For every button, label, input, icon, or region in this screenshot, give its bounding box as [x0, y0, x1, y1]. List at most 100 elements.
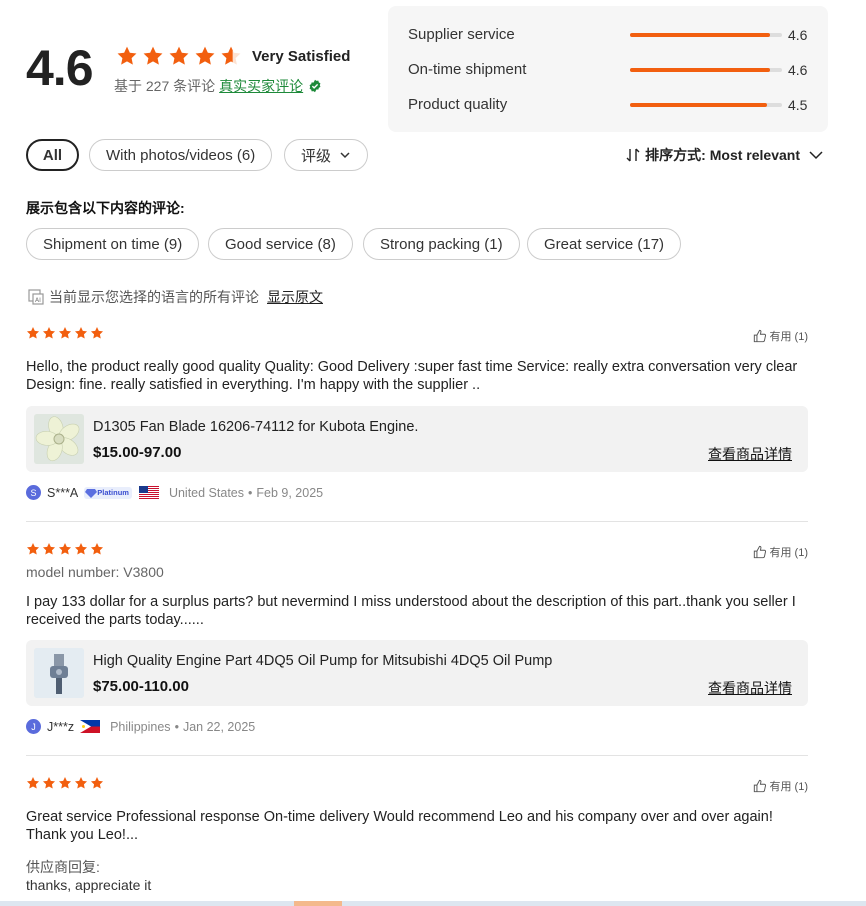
- score-value: 4.6: [788, 26, 808, 43]
- supplier-reply-text: thanks, appreciate it: [26, 877, 152, 893]
- bottom-scroll-thumb[interactable]: [294, 901, 342, 906]
- review-item: 有用 (1) Great service Professional respon…: [26, 776, 808, 856]
- score-row: On-time shipment 4.6: [408, 61, 808, 78]
- filter-photos-button[interactable]: With photos/videos (6): [89, 139, 273, 171]
- sort-label: 排序方式:: [645, 147, 706, 163]
- chevron-down-icon: [340, 152, 350, 159]
- star-icon: [74, 542, 88, 556]
- verified-badge-icon: [309, 79, 321, 93]
- topic-chip[interactable]: Good service (8): [208, 228, 353, 260]
- star-icon: [194, 45, 216, 67]
- score-bar-fill: [630, 67, 770, 72]
- star-icon: [58, 776, 72, 790]
- review-count: 基于 227 条评论 真实买家评论: [114, 76, 322, 96]
- product-name[interactable]: D1305 Fan Blade 16206-74112 for Kubota E…: [93, 419, 418, 435]
- review-item: 有用 (1) model number: V3800 I pay 133 dol…: [26, 542, 808, 742]
- star-icon: [142, 45, 164, 67]
- supplier-reply-label: 供应商回复:: [26, 859, 100, 875]
- score-breakdown: Supplier service 4.6 On-time shipment 4.…: [388, 6, 828, 132]
- sort-icon: [626, 148, 640, 162]
- overall-score: 4.6: [26, 40, 94, 96]
- translation-notice-text: 当前显示您选择的语言的所有评论: [49, 289, 259, 305]
- verified-reviews-link[interactable]: 真实买家评论: [219, 76, 303, 96]
- half-star-icon: [220, 45, 242, 67]
- star-icon: [26, 776, 40, 790]
- product-thumbnail[interactable]: [34, 414, 84, 464]
- helpful-count: 有用 (1): [769, 331, 809, 343]
- review-text: I pay 133 dollar for a surplus parts? bu…: [26, 594, 796, 628]
- star-icon: [58, 542, 72, 556]
- view-product-details-link[interactable]: 查看商品详情: [708, 678, 792, 698]
- helpful-button[interactable]: 有用 (1): [753, 778, 809, 794]
- topic-chip[interactable]: Strong packing (1): [363, 228, 520, 260]
- product-thumbnail[interactable]: [34, 648, 84, 698]
- star-icon: [74, 776, 88, 790]
- score-label: Product quality: [408, 96, 508, 113]
- thumbs-up-icon: [753, 329, 766, 343]
- star-icon: [26, 326, 40, 340]
- translate-icon: AI: [28, 289, 44, 305]
- diamond-icon: [85, 488, 98, 498]
- product-card[interactable]: D1305 Fan Blade 16206-74112 for Kubota E…: [26, 406, 808, 472]
- platinum-badge: Platinum: [84, 486, 132, 499]
- review-divider: [26, 755, 808, 756]
- reviewer-info: J J***z Philippines • Jan 22, 2025: [26, 719, 255, 734]
- topics-title: 展示包含以下内容的评论:: [26, 200, 185, 216]
- score-bar-fill: [630, 102, 767, 107]
- model-number-value: V3800: [123, 564, 164, 580]
- model-number: model number: V3800: [26, 564, 164, 580]
- product-price: $75.00-110.00: [93, 678, 189, 695]
- topic-chip[interactable]: Great service (17): [527, 228, 682, 260]
- score-row: Product quality 4.5: [408, 96, 808, 113]
- helpful-button[interactable]: 有用 (1): [753, 544, 808, 560]
- reviewer-country: United States: [168, 485, 244, 500]
- review-stars: [26, 326, 106, 340]
- review-divider: [26, 521, 808, 522]
- product-price: $15.00-97.00: [93, 444, 182, 461]
- score-bar: [630, 32, 782, 37]
- star-icon: [90, 542, 104, 556]
- helpful-button[interactable]: 有用 (1): [753, 328, 809, 344]
- rating-dropdown[interactable]: 评级: [284, 139, 369, 171]
- reviewer-country: Philippines: [110, 719, 171, 734]
- avatar: J: [26, 719, 41, 734]
- score-bar-fill: [630, 32, 770, 37]
- sort-dropdown[interactable]: 排序方式: Most relevant: [625, 145, 824, 165]
- product-card[interactable]: High Quality Engine Part 4DQ5 Oil Pump f…: [26, 640, 808, 706]
- score-label: On-time shipment: [408, 61, 527, 78]
- oil-pump-image: [34, 648, 84, 698]
- star-icon: [26, 542, 40, 556]
- score-label: Supplier service: [408, 26, 515, 43]
- rating-dropdown-label: 评级: [301, 147, 332, 165]
- philippines-flag-icon: [80, 720, 101, 733]
- review-stars: [26, 776, 106, 790]
- reviewer-name: S***A: [47, 485, 79, 500]
- review-stars: [26, 542, 106, 556]
- show-original-link[interactable]: 显示原文: [267, 287, 323, 307]
- view-product-details-link[interactable]: 查看商品详情: [708, 444, 792, 464]
- star-icon: [58, 326, 72, 340]
- bottom-scroll-strip: [0, 901, 866, 906]
- svg-text:AI: AI: [35, 297, 41, 304]
- star-icon: [90, 776, 104, 790]
- star-icon: [90, 326, 104, 340]
- star-icon: [42, 542, 56, 556]
- us-flag-icon: [138, 486, 159, 499]
- translation-notice: AI 当前显示您选择的语言的所有评论 显示原文: [27, 287, 323, 307]
- meta-separator: •: [248, 485, 253, 500]
- topic-chip[interactable]: Shipment on time (9): [26, 228, 200, 260]
- reviewer-info: S S***A Platinum United States • Feb 9, …: [26, 485, 323, 500]
- chevron-down-icon: [809, 151, 823, 160]
- thumbs-up-icon: [753, 779, 766, 793]
- based-on-text: 基于 227 条评论: [114, 78, 216, 94]
- score-bar: [630, 67, 782, 72]
- star-icon: [42, 776, 56, 790]
- score-value: 4.5: [788, 96, 808, 113]
- star-icon: [168, 45, 190, 67]
- filter-all-button[interactable]: All: [26, 139, 79, 171]
- review-date: Jan 22, 2025: [182, 719, 256, 734]
- model-number-label: model number:: [26, 564, 120, 580]
- product-name[interactable]: High Quality Engine Part 4DQ5 Oil Pump f…: [93, 653, 552, 669]
- helpful-count: 有用 (1): [769, 781, 809, 793]
- platinum-badge-text: Platinum: [97, 488, 129, 497]
